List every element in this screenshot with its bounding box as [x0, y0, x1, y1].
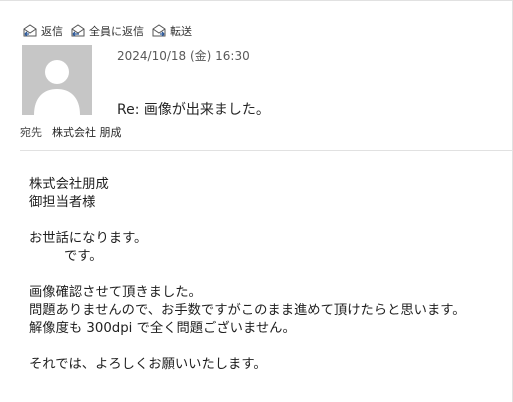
recipient-label: 宛先	[20, 126, 42, 139]
forward-icon	[152, 24, 166, 37]
body-line: それでは、よろしくお願いいたします。	[29, 357, 267, 372]
sender-avatar[interactable]	[22, 45, 92, 115]
recipient-row: 宛先 株式会社 朋成	[20, 124, 122, 140]
reply-icon	[23, 24, 37, 37]
reply-button[interactable]: 返信	[22, 23, 63, 39]
reply-all-icon	[71, 24, 85, 37]
body-line: 御担当者様	[29, 195, 96, 210]
forward-button[interactable]: 転送	[151, 23, 192, 39]
reply-all-label: 全員に返信	[89, 25, 144, 38]
body-line: 解像度も 300dpi で全く問題ございません。	[29, 321, 296, 336]
body-line: 画像確認させて頂きました。	[29, 285, 202, 300]
recipient-name[interactable]: 株式会社 朋成	[52, 124, 122, 140]
reply-label: 返信	[41, 25, 63, 38]
header-divider	[20, 150, 513, 151]
body-line: 株式会社朋成	[29, 177, 109, 192]
body-blank-line	[29, 212, 513, 230]
body-line: です。	[64, 249, 103, 264]
body-line: お世話になります。	[29, 231, 148, 246]
message-body: 株式会社朋成 御担当者様 お世話になります。 です。 画像確認させて頂きました。…	[29, 176, 513, 374]
reply-all-button[interactable]: 全員に返信	[70, 23, 144, 39]
body-line: 問題ありませんので、お手数ですがこのまま進めて頂けたらと思います。	[29, 303, 466, 318]
person-placeholder-icon	[22, 45, 92, 115]
message-toolbar: 返信 全員に返信 転送	[22, 22, 192, 40]
message-subject: Re: 画像が出来ました。	[117, 102, 270, 118]
body-blank-line	[29, 266, 513, 284]
forward-label: 転送	[170, 25, 192, 38]
body-blank-line	[29, 338, 513, 356]
message-date: 2024/10/18 (金) 16:30	[117, 49, 250, 63]
